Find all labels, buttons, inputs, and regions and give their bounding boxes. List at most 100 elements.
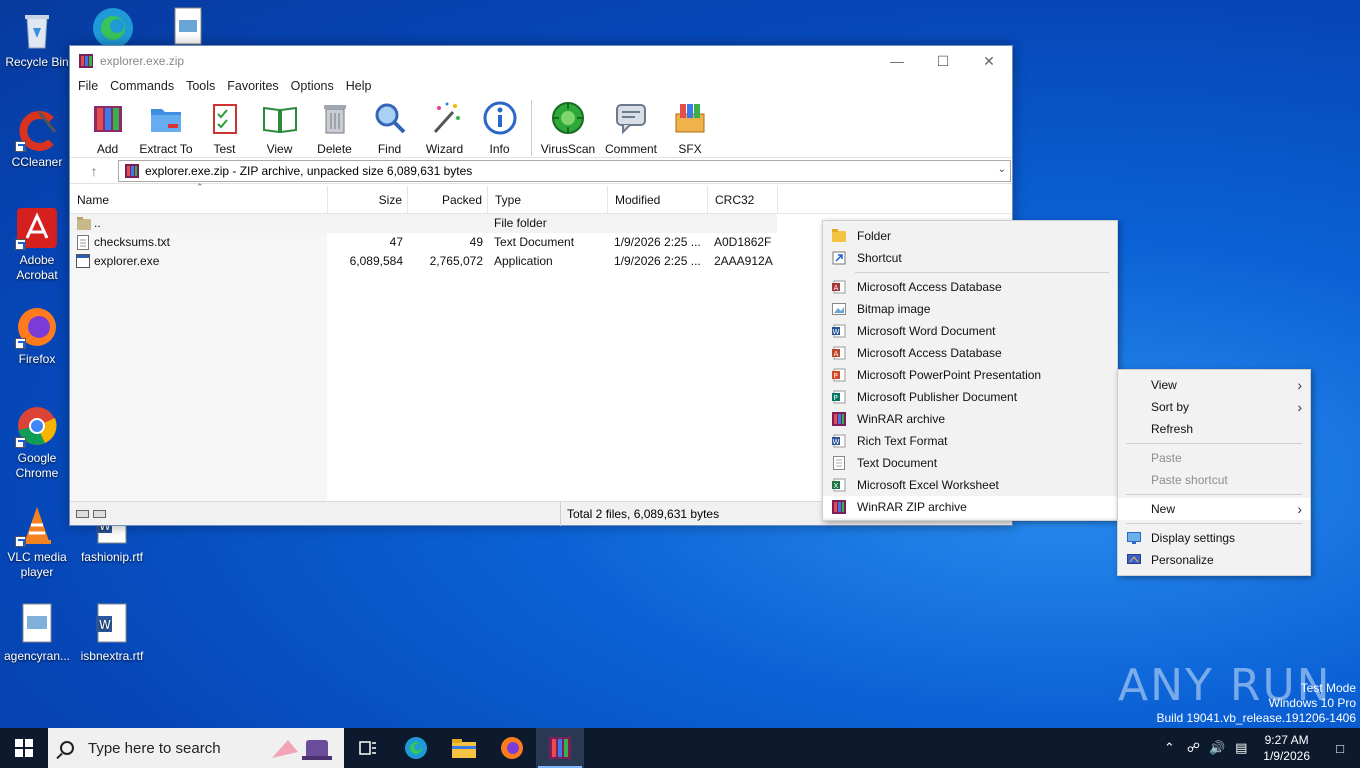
- bitmap-icon: [832, 303, 846, 315]
- column-size[interactable]: Size: [328, 186, 408, 214]
- menu-item-label: Folder: [857, 229, 892, 243]
- chevron-down-icon[interactable]: ⌄: [998, 164, 1006, 175]
- table-row[interactable]: .. File folder: [70, 214, 777, 233]
- maximize-button[interactable]: ☐: [920, 46, 966, 76]
- view-button[interactable]: View: [252, 96, 307, 156]
- cell-name: checksums.txt: [94, 235, 171, 249]
- new-menu-item[interactable]: New ›: [1118, 498, 1310, 520]
- menu-commands[interactable]: Commands: [104, 79, 180, 93]
- magic-wand-icon: [433, 102, 460, 134]
- paste-shortcut-menu-item[interactable]: Paste shortcut: [1118, 469, 1310, 491]
- text-file-icon: [77, 235, 89, 250]
- info-button[interactable]: Info: [472, 96, 527, 156]
- new-winrar-zip-item[interactable]: WinRAR ZIP archive: [823, 496, 1117, 518]
- add-button[interactable]: Add: [80, 96, 135, 156]
- menu-file[interactable]: File: [72, 79, 104, 93]
- publisher-icon: P: [832, 390, 846, 404]
- menu-item-label: Paste: [1151, 451, 1182, 465]
- desktop-icon-image-file[interactable]: [150, 4, 224, 51]
- close-button[interactable]: ✕: [966, 46, 1012, 76]
- list-header: Name Size Packed Type Modified CRC32 ⌃: [70, 182, 1012, 214]
- menu-favorites[interactable]: Favorites: [221, 79, 284, 93]
- test-button[interactable]: Test: [197, 96, 252, 156]
- cell-modified: 1/9/2026 2:25 ...: [614, 235, 701, 249]
- display-icon[interactable]: ▤: [1229, 740, 1253, 756]
- desktop-icon-isbnextra[interactable]: W isbnextra.rtf: [75, 602, 149, 664]
- firefox-icon: [501, 737, 523, 759]
- sort-indicator-icon: ⌃: [196, 182, 204, 192]
- new-powerpoint-item[interactable]: P Microsoft PowerPoint Presentation: [823, 364, 1117, 386]
- column-type[interactable]: Type: [488, 186, 608, 214]
- drive-icon[interactable]: [76, 509, 89, 518]
- column-crc32[interactable]: CRC32: [708, 186, 778, 214]
- archive-path-box[interactable]: explorer.exe.zip - ZIP archive, unpacked…: [118, 159, 1011, 182]
- taskbar-edge[interactable]: [392, 728, 440, 768]
- new-winrar-archive-item[interactable]: WinRAR archive: [823, 408, 1117, 430]
- new-submenu: Folder Shortcut A Microsoft Access Databa…: [822, 220, 1118, 521]
- network-icon[interactable]: ☍: [1181, 740, 1205, 756]
- edge-icon: [405, 737, 427, 759]
- task-view-button[interactable]: [344, 728, 392, 768]
- wizard-button[interactable]: Wizard: [417, 96, 472, 156]
- new-excel-worksheet-item[interactable]: X Microsoft Excel Worksheet: [823, 474, 1117, 496]
- taskbar-search-box[interactable]: Type here to search: [48, 728, 344, 768]
- display-settings-menu-item[interactable]: Display settings: [1118, 527, 1310, 549]
- winrar-icon: [549, 737, 571, 759]
- rtf-icon: W: [832, 434, 846, 448]
- desktop-icon-adobe-acrobat[interactable]: Adobe Acrobat: [0, 206, 74, 283]
- view-book-icon: [262, 106, 297, 134]
- status-icons: [70, 509, 560, 518]
- new-access-database-item[interactable]: A Microsoft Access Database: [823, 342, 1117, 364]
- clock[interactable]: 9:27 AM 1/9/2026: [1253, 732, 1320, 764]
- personalize-menu-item[interactable]: Personalize: [1118, 549, 1310, 571]
- new-publisher-item[interactable]: P Microsoft Publisher Document: [823, 386, 1117, 408]
- delete-button[interactable]: Delete: [307, 96, 362, 156]
- menu-options[interactable]: Options: [285, 79, 340, 93]
- new-word-document-item[interactable]: W Microsoft Word Document: [823, 320, 1117, 342]
- desktop-icon-ccleaner[interactable]: CCleaner: [0, 108, 74, 170]
- notifications-icon[interactable]: □: [1320, 741, 1360, 756]
- menu-item-label: Display settings: [1151, 531, 1236, 545]
- virusscan-button[interactable]: VirusScan: [536, 96, 600, 156]
- comment-button[interactable]: Comment: [600, 96, 662, 156]
- desktop-icon-edge[interactable]: [76, 4, 150, 51]
- minimize-button[interactable]: —: [874, 46, 920, 76]
- find-button[interactable]: Find: [362, 96, 417, 156]
- view-menu-item[interactable]: View ›: [1118, 374, 1310, 396]
- desktop-icon-firefox[interactable]: Firefox: [0, 305, 74, 367]
- new-rich-text-item[interactable]: W Rich Text Format: [823, 430, 1117, 452]
- desktop-icon-agencyran[interactable]: agencyran...: [0, 602, 74, 664]
- new-shortcut-item[interactable]: Shortcut: [823, 247, 1117, 269]
- menu-item-label: Rich Text Format: [857, 434, 948, 448]
- desktop-icon-recycle-bin[interactable]: Recycle Bin: [0, 8, 74, 70]
- taskbar-firefox[interactable]: [488, 728, 536, 768]
- menu-tools[interactable]: Tools: [180, 79, 221, 93]
- taskbar-winrar[interactable]: [536, 728, 584, 768]
- column-packed[interactable]: Packed: [408, 186, 488, 214]
- chevron-up-icon[interactable]: ⌃: [1157, 740, 1181, 756]
- start-button[interactable]: [0, 728, 48, 768]
- taskbar-file-explorer[interactable]: [440, 728, 488, 768]
- new-access-database-item[interactable]: A Microsoft Access Database: [823, 276, 1117, 298]
- personalize-icon: [1127, 554, 1141, 564]
- title-bar[interactable]: explorer.exe.zip — ☐ ✕: [70, 46, 1012, 76]
- volume-icon[interactable]: 🔊: [1205, 740, 1229, 756]
- extract-to-button[interactable]: Extract To: [135, 96, 197, 156]
- menu-item-label: View: [1151, 378, 1177, 392]
- new-text-document-item[interactable]: Text Document: [823, 452, 1117, 474]
- menu-help[interactable]: Help: [340, 79, 378, 93]
- comment-icon: [616, 104, 646, 135]
- new-folder-item[interactable]: Folder: [823, 225, 1117, 247]
- paste-menu-item[interactable]: Paste: [1118, 447, 1310, 469]
- column-modified[interactable]: Modified: [608, 186, 708, 214]
- sfx-button[interactable]: SFX: [662, 96, 718, 156]
- key-icon[interactable]: [93, 509, 106, 518]
- search-placeholder: Type here to search: [88, 739, 221, 757]
- desktop-icon-vlc[interactable]: VLC media player: [0, 503, 74, 580]
- up-arrow-icon[interactable]: ↑: [70, 163, 118, 179]
- clock-date: 1/9/2026: [1263, 749, 1310, 763]
- desktop-icon-chrome[interactable]: Google Chrome: [0, 404, 74, 481]
- new-bitmap-image-item[interactable]: Bitmap image: [823, 298, 1117, 320]
- refresh-menu-item[interactable]: Refresh: [1118, 418, 1310, 440]
- sort-by-menu-item[interactable]: Sort by ›: [1118, 396, 1310, 418]
